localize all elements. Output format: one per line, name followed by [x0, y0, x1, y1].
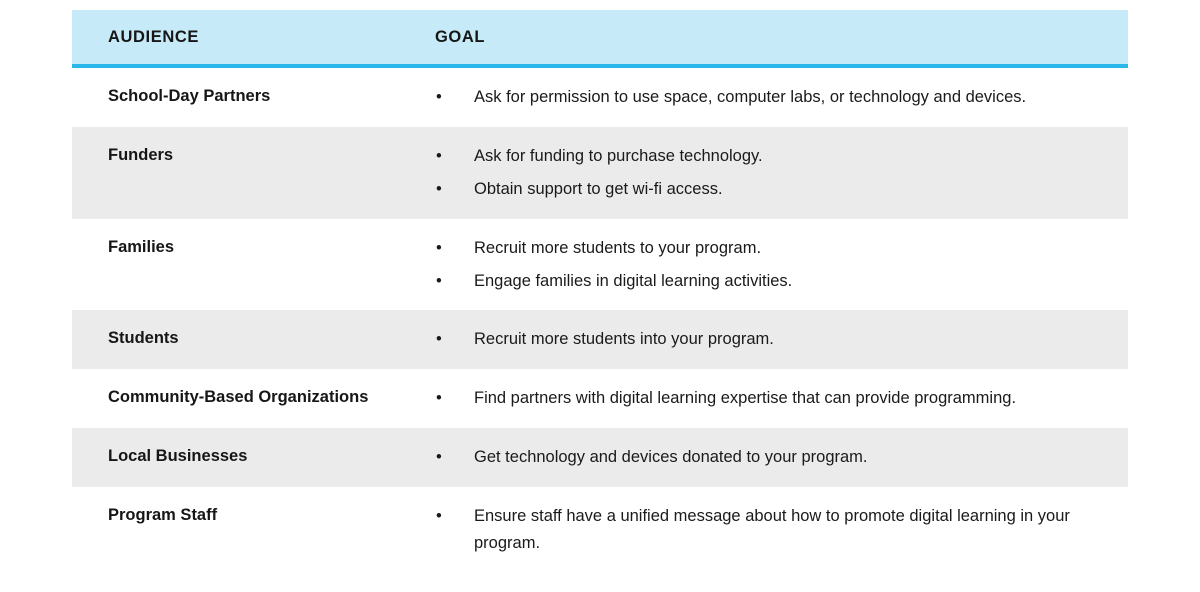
table-row: Local Businesses • Get technology and devi…: [72, 428, 1128, 488]
table-body: School-Day Partners • Ask for permission t…: [72, 68, 1128, 573]
table-row-inner: Program Staff • Ensure staff have a unifie…: [72, 487, 1128, 573]
goal-cell: • Recruit more students to your program. •…: [435, 235, 1095, 295]
bullet-icon: •: [436, 271, 442, 290]
goal-text: Obtain support to get wi-fi access.: [474, 179, 723, 198]
audience-cell: School-Day Partners: [108, 87, 271, 105]
column-header-goal: GOAL: [435, 28, 486, 46]
table-row-inner: Families • Recruit more students to your p…: [72, 219, 1128, 311]
goal-list-item: • Engage families in digital learning act…: [435, 268, 1095, 295]
table-row: Community-Based Organizations • Find partn…: [72, 369, 1128, 429]
table-row: Students • Recruit more students into your…: [72, 310, 1128, 370]
bullet-icon: •: [436, 238, 442, 257]
bullet-icon: •: [436, 448, 442, 467]
audience-cell: Families: [108, 237, 175, 256]
table-row: Funders • Ask for funding to purchase tech…: [72, 126, 1128, 219]
goal-text: Get technology and devices donated to yo…: [474, 448, 868, 467]
table-row-inner: Community-Based Organizations • Find partn…: [72, 369, 1128, 428]
table-row-inner: Local Businesses • Get technology and devi…: [72, 428, 1128, 487]
goal-text: Ask for permission to use space, compute…: [474, 88, 1027, 106]
table-row: School-Day Partners • Ask for permission t…: [72, 68, 1128, 127]
goal-cell: • Recruit more students into your program…: [435, 326, 1095, 353]
audience-cell: Program Staff: [108, 506, 218, 525]
goal-cell: • Ask for funding to purchase technology.…: [435, 143, 1095, 203]
goal-list-item: • Ask for funding to purchase technology.: [435, 143, 1095, 170]
goal-list-item: • Find partners with digital learning exp…: [435, 385, 1095, 412]
goal-text: Recruit more students to your program.: [474, 238, 762, 257]
table-row-inner: School-Day Partners • Ask for permission t…: [72, 68, 1128, 127]
bullet-icon: •: [436, 507, 442, 526]
goal-text: Recruit more students into your program.: [474, 330, 774, 349]
goal-list-item: • Recruit more students to your program.: [435, 235, 1095, 262]
goal-list-item: • Ensure staff have a unified message abo…: [435, 503, 1095, 557]
audience-goal-table: AUDIENCE GOAL School-Day Partners • Ask fo…: [72, 10, 1128, 573]
table-header-row: AUDIENCE GOAL: [72, 10, 1128, 68]
goal-cell: • Ensure staff have a unified message abo…: [435, 503, 1095, 557]
goal-text: Ensure staff have a unified message abou…: [474, 507, 1070, 553]
bullet-icon: •: [436, 88, 442, 106]
bullet-icon: •: [436, 330, 442, 349]
bullet-icon: •: [436, 179, 442, 198]
goal-list-item: • Recruit more students into your program…: [435, 326, 1095, 353]
table-row: Program Staff • Ensure staff have a unifie…: [72, 487, 1128, 573]
bullet-icon: •: [436, 146, 442, 165]
goal-cell: • Ask for permission to use space, comput…: [435, 84, 1095, 111]
table-row-inner: Students • Recruit more students into your…: [72, 310, 1128, 369]
goal-text: Find partners with digital learning expe…: [474, 389, 1017, 408]
goal-list-item: • Ask for permission to use space, comput…: [435, 84, 1095, 111]
bullet-icon: •: [436, 389, 442, 408]
table-row-inner: Funders • Ask for funding to purchase tech…: [72, 127, 1128, 219]
goal-list-item: • Obtain support to get wi-fi access.: [435, 176, 1095, 203]
goal-text: Engage families in digital learning acti…: [474, 271, 793, 290]
table-row: Families • Recruit more students to your p…: [72, 218, 1128, 311]
column-header-audience: AUDIENCE: [108, 28, 199, 46]
audience-cell: Local Businesses: [108, 447, 248, 466]
goal-text: Ask for funding to purchase technology.: [474, 146, 763, 165]
audience-cell: Funders: [108, 145, 174, 164]
goal-cell: • Find partners with digital learning exp…: [435, 385, 1095, 412]
audience-cell: Students: [108, 329, 179, 348]
goal-cell: • Get technology and devices donated to y…: [435, 444, 1095, 471]
audience-cell: Community-Based Organizations: [108, 388, 369, 407]
goal-list-item: • Get technology and devices donated to y…: [435, 444, 1095, 471]
